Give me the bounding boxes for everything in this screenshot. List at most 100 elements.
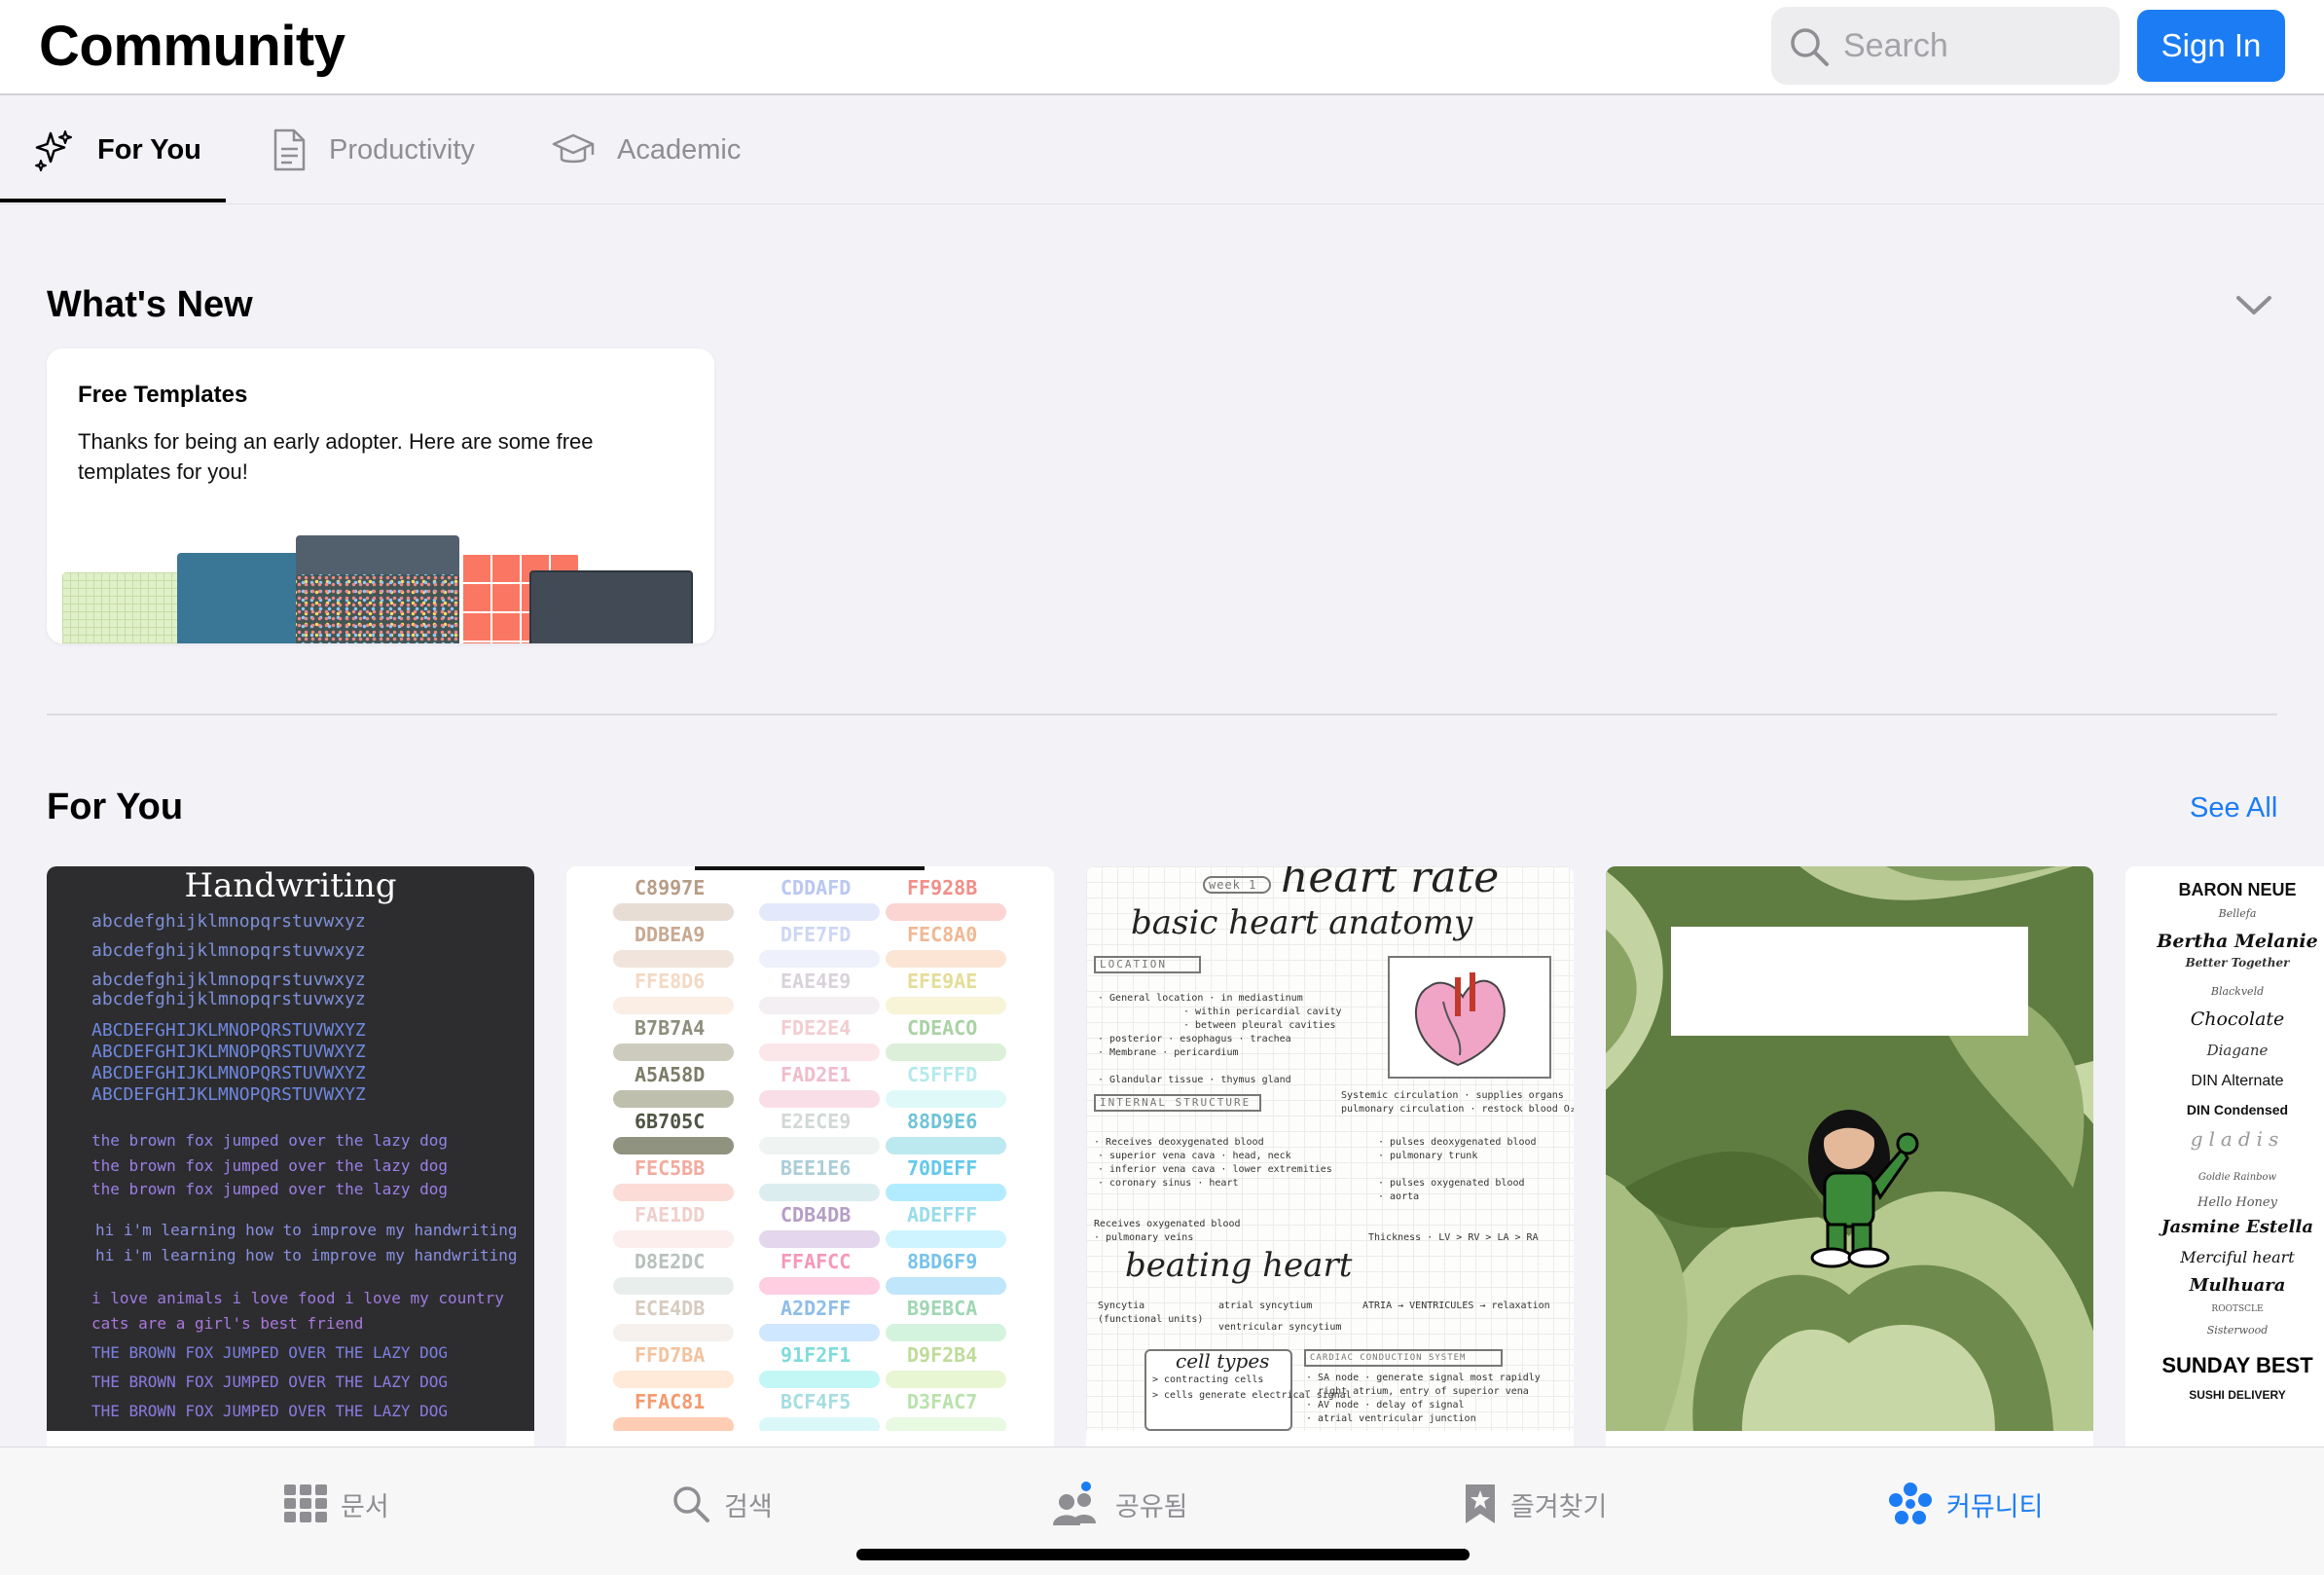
color-swatch-bar bbox=[886, 1137, 1006, 1154]
sign-in-button[interactable]: Sign In bbox=[2137, 10, 2285, 82]
top-bar: Community Sign In bbox=[0, 0, 2324, 95]
handwriting-sample-line: THE BROWN FOX JUMPED OVER THE LAZY DOG bbox=[91, 1402, 449, 1420]
color-hex-label: B9EBCA bbox=[907, 1297, 978, 1320]
color-swatch-bar bbox=[759, 950, 880, 968]
font-sample-line: Bellefa bbox=[2218, 907, 2257, 920]
color-swatch-bar bbox=[613, 1324, 734, 1341]
color-swatch-bar bbox=[886, 1090, 1006, 1108]
tabbar-item-search[interactable]: 검색 bbox=[672, 1477, 773, 1531]
color-hex-label: D3FAC7 bbox=[907, 1390, 978, 1413]
tabbar-item-shared[interactable]: 공유됨 bbox=[1051, 1477, 1188, 1531]
people-icon bbox=[1053, 1482, 1096, 1525]
for-you-heading: For You bbox=[47, 787, 184, 827]
color-swatch-bar bbox=[886, 1184, 1006, 1201]
font-sample-line: Jasmine Estella bbox=[2161, 1217, 2313, 1237]
template-card-fonts[interactable]: BARON NEUE Bellefa Bertha Melanie Better To… bbox=[2125, 866, 2324, 1450]
color-swatch-bar bbox=[759, 1230, 880, 1248]
tabbar-item-favorites[interactable]: 즐겨찾기 bbox=[1464, 1477, 1607, 1531]
color-hex-label: EFE9AE bbox=[907, 970, 978, 993]
color-swatch-bar bbox=[613, 903, 734, 921]
color-swatch-bar bbox=[759, 1137, 880, 1154]
handwriting-sample-line: hi i'm learning how to improve my handwr… bbox=[95, 1246, 518, 1264]
handwriting-title: Handwriting bbox=[184, 866, 397, 905]
color-swatch-bar bbox=[759, 1044, 880, 1061]
color-swatch-bar bbox=[886, 997, 1006, 1014]
see-all-link[interactable]: See All bbox=[2190, 792, 2277, 824]
tabbar-item-community[interactable]: 커뮤니티 bbox=[1888, 1477, 2043, 1531]
color-swatch-bar bbox=[759, 997, 880, 1014]
handwriting-sample-line: abcdefghijklmnopqrstuvwxyz bbox=[91, 970, 366, 990]
color-hex-label: FFAC81 bbox=[635, 1390, 706, 1413]
tab-academic[interactable]: Academic bbox=[551, 95, 741, 204]
color-hex-label: A2D2FF bbox=[781, 1297, 852, 1320]
active-tab-indicator bbox=[0, 199, 226, 202]
tab-label: Productivity bbox=[329, 133, 475, 165]
handwriting-sample-line: ABCDEFGHIJKLMNOPQRSTUVWXYZ bbox=[91, 1020, 366, 1041]
handwriting-sample-line: hi i'm learning how to improve my handwr… bbox=[95, 1221, 518, 1239]
handwriting-sample-line: abcdefghijklmnopqrstuvwxyz bbox=[91, 911, 366, 932]
color-swatch-bar bbox=[759, 903, 880, 921]
font-sample-line: SUSHI DELIVERY bbox=[2189, 1388, 2286, 1402]
color-hex-label: FDE2E4 bbox=[781, 1016, 852, 1040]
green-cover-preview bbox=[1606, 866, 2093, 1431]
color-swatch-bar bbox=[759, 1417, 880, 1431]
font-sample-line: ROOTSCLE bbox=[2211, 1304, 2264, 1314]
color-swatch-bar bbox=[613, 1090, 734, 1108]
color-hex-label: 8BD6F9 bbox=[907, 1250, 978, 1273]
handwriting-sample-line: abcdefghijklmnopqrstuvwxyz bbox=[91, 940, 366, 961]
color-hex-label: B7B7A4 bbox=[635, 1016, 706, 1040]
tab-productivity[interactable]: Productivity bbox=[271, 95, 475, 204]
handwriting-sample-line: the brown fox jumped over the lazy dog bbox=[91, 1131, 449, 1150]
notes-top-title: heart rate bbox=[1281, 866, 1500, 902]
week-badge: week 1 bbox=[1203, 876, 1271, 894]
template-card-colors[interactable]: C8997E CDDAFD FF928B DDBEA9 DFE7FD FEC8A0 FFE8… bbox=[566, 866, 1054, 1450]
color-swatch-bar bbox=[886, 1277, 1006, 1295]
color-swatch-bar bbox=[886, 1230, 1006, 1248]
template-card-handwriting[interactable]: Handwriting abcdefghijklmnopqrstuvwxyz ab… bbox=[47, 866, 534, 1450]
section-divider bbox=[47, 714, 2277, 715]
font-sample-line: Diagane bbox=[2206, 1042, 2269, 1059]
free-templates-card[interactable]: Free Templates Thanks for being an early… bbox=[47, 348, 714, 643]
chevron-down-icon[interactable] bbox=[2234, 292, 2273, 319]
template-card-green[interactable] bbox=[1606, 866, 2093, 1450]
font-sample-line: Blackveld bbox=[2210, 985, 2265, 998]
search-input[interactable] bbox=[1843, 18, 2106, 73]
color-hex-label: ECE4DB bbox=[635, 1297, 706, 1320]
font-sample-line: SUNDAY BEST bbox=[2161, 1353, 2313, 1377]
color-swatch-bar bbox=[759, 1277, 880, 1295]
color-swatch-bar bbox=[886, 903, 1006, 921]
color-hex-label: ADEFFF bbox=[907, 1203, 978, 1227]
color-swatch-bar bbox=[613, 1044, 734, 1061]
grid-icon bbox=[284, 1484, 327, 1522]
document-icon bbox=[273, 128, 306, 171]
sparkles-icon bbox=[35, 130, 72, 171]
tab-label: Academic bbox=[617, 133, 742, 165]
notes-heading-anatomy: basic heart anatomy bbox=[1131, 903, 1473, 942]
color-swatch-bar bbox=[613, 997, 734, 1014]
font-sample-line: Mulhuara bbox=[2189, 1275, 2286, 1296]
handwriting-sample-line: THE BROWN FOX JUMPED OVER THE LAZY DOG bbox=[91, 1373, 449, 1391]
color-hex-label: 70DEFF bbox=[907, 1156, 978, 1180]
color-hex-label: FEC8A0 bbox=[907, 923, 978, 946]
color-swatch-bar bbox=[886, 1371, 1006, 1388]
search-box[interactable] bbox=[1771, 7, 2120, 85]
tabbar-item-documents[interactable]: 문서 bbox=[284, 1477, 389, 1531]
tabbar-label: 공유됨 bbox=[1115, 1491, 1188, 1521]
tab-label: For You bbox=[97, 133, 201, 165]
notes-box-location: LOCATION bbox=[1094, 956, 1201, 973]
notes-box-conduction: CARDIAC CONDUCTION SYSTEM bbox=[1304, 1349, 1503, 1367]
color-hex-label: A5A58D bbox=[635, 1063, 706, 1086]
font-sample-line: DIN Alternate bbox=[2191, 1073, 2284, 1089]
card-title: Free Templates bbox=[78, 382, 248, 408]
notes-box-internal: INTERNAL STRUCTURE bbox=[1094, 1094, 1261, 1112]
font-sample-line: Sisterwood bbox=[2206, 1324, 2269, 1337]
color-swatch-bar bbox=[759, 1371, 880, 1388]
color-hex-label: DDBEA9 bbox=[635, 923, 706, 946]
color-hex-label: DFE7FD bbox=[781, 923, 852, 946]
tab-for-you[interactable]: For You bbox=[31, 95, 201, 204]
search-icon bbox=[673, 1486, 709, 1522]
color-swatch-bar bbox=[613, 1417, 734, 1431]
template-card-notes[interactable]: heart rate week 1 basic heart anatomy LO… bbox=[1086, 866, 1574, 1450]
color-hex-label: 6B705C bbox=[635, 1110, 706, 1133]
handwriting-sample-line: the brown fox jumped over the lazy dog bbox=[91, 1180, 449, 1198]
